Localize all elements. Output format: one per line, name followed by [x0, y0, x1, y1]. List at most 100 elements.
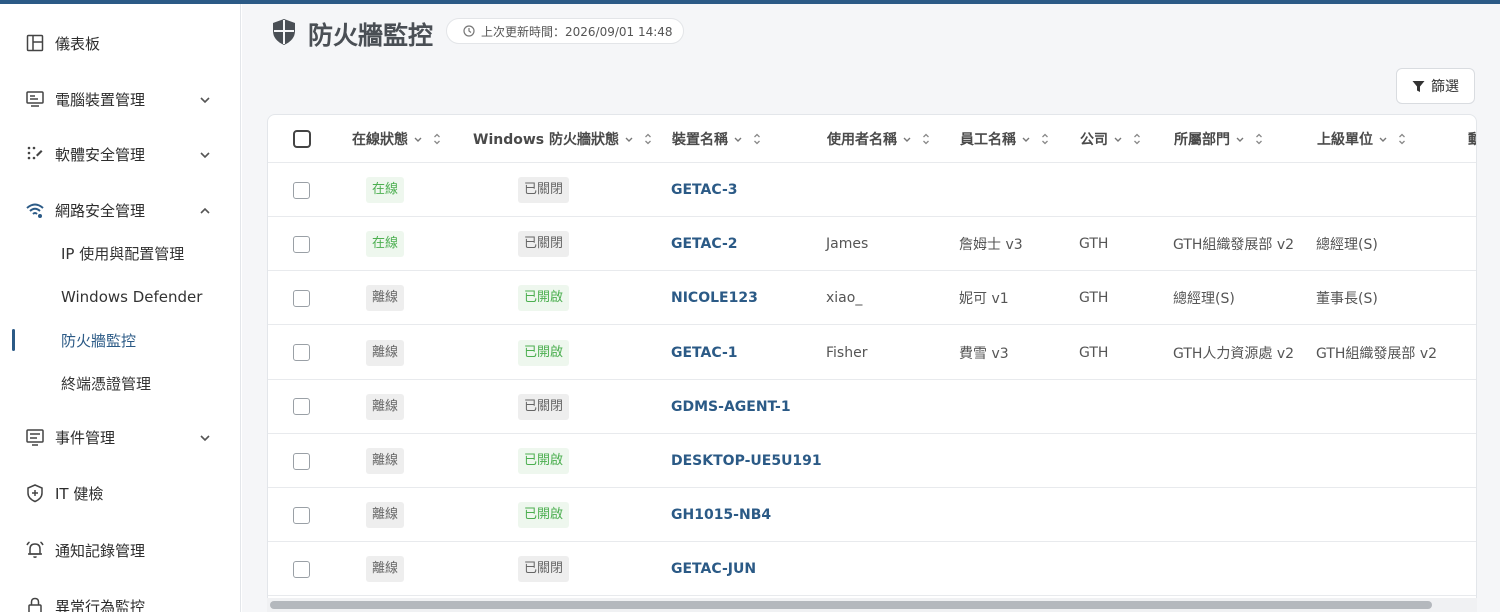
column-device-name-header[interactable]: 裝置名稱 [672, 115, 761, 163]
row-checkbox[interactable] [293, 560, 310, 578]
employee-name-cell: 妮可 v1 [959, 271, 1009, 325]
clock-icon [463, 25, 475, 37]
company-name: GTH [1079, 290, 1109, 307]
column-header-label: 員工名稱 [960, 132, 1016, 148]
column-header-label: Windows 防火牆狀態 [473, 132, 619, 148]
sidebar-item-it-checkup[interactable]: IT 健檢 [0, 473, 240, 513]
chevron-down-icon[interactable] [413, 134, 423, 144]
sort-icon[interactable] [922, 133, 930, 145]
sidebar-item-dashboard[interactable]: 儀表板 [0, 23, 240, 63]
sidebar-item-devices[interactable]: 電腦裝置管理 [0, 79, 240, 119]
row-checkbox[interactable] [293, 344, 310, 362]
column-user-name-header[interactable]: 使用者名稱 [827, 115, 930, 163]
online-status-badge-cell: 在線 [366, 163, 405, 217]
select-all-checkbox[interactable] [293, 129, 311, 148]
sidebar-item-anomaly-monitor[interactable]: 異常行為監控 [0, 586, 240, 612]
device-name-link[interactable]: GETAC-JUN [671, 561, 756, 577]
parent-unit-name-cell: 董事長(S) [1316, 271, 1378, 325]
online-status-badge-cell: 離線 [366, 380, 405, 434]
online-status-badge: 離線 [366, 502, 405, 529]
device-name-link[interactable]: GH1015-NB4 [671, 507, 771, 523]
chevron-down-icon[interactable] [1021, 134, 1031, 144]
sort-icon[interactable] [433, 133, 441, 145]
firewall-status-badge-cell: 已開啟 [518, 434, 570, 488]
column-parent-unit-header[interactable]: 上級單位 [1317, 115, 1406, 163]
sidebar-subitem-firewall-monitor[interactable]: 防火牆監控 [0, 322, 240, 358]
software-icon [24, 143, 46, 165]
user-name-cell: James [826, 217, 868, 271]
device-name-link[interactable]: NICOLE123 [671, 290, 758, 306]
chevron-down-icon[interactable] [1113, 134, 1123, 144]
row-checkbox[interactable] [293, 289, 310, 307]
chevron-up-icon [198, 203, 212, 217]
sort-icon[interactable] [1041, 133, 1049, 145]
employee-name-cell: 詹姆士 v3 [959, 217, 1023, 271]
firewall-status-badge: 已關閉 [518, 177, 570, 203]
column-online-status-header[interactable]: 在線狀態 [352, 115, 441, 163]
department-name: GTH組織發展部 v2 [1173, 237, 1295, 254]
row-checkbox[interactable] [293, 398, 310, 416]
sort-icon[interactable] [1133, 133, 1141, 145]
column-header-label: 上級單位 [1317, 132, 1373, 148]
sidebar-subitem-windows-defender[interactable]: Windows Defender [0, 279, 240, 315]
column-employee-name-header[interactable]: 員工名稱 [960, 115, 1049, 163]
company-name-cell: GTH [1079, 271, 1108, 325]
table-row: 離線 已開啟 NICOLE123 xiao_ 妮可 v1 GTH 總經理(S) 董事長(S) [268, 271, 1476, 326]
sidebar-item-network-security[interactable]: 網路安全管理 [0, 190, 240, 230]
firewall-status-badge-cell: 已開啟 [518, 488, 570, 542]
chevron-down-icon[interactable] [1235, 134, 1245, 144]
column-header-label: 在線狀態 [352, 132, 408, 148]
table-header-row: 在線狀態 Windows 防火牆狀態 裝置名稱 使用者名稱 員工名稱 公司 所屬部門 上級單位… [268, 115, 1476, 163]
last-updated-text: 上次更新時間：2026/09/01 14:48 [481, 24, 673, 39]
chevron-down-icon[interactable] [1378, 134, 1388, 144]
column-action-header[interactable]: 動 [1468, 115, 1476, 163]
chevron-down-icon[interactable] [733, 134, 743, 144]
device-name-link[interactable]: GETAC-2 [671, 236, 738, 252]
column-department-header[interactable]: 所屬部門 [1174, 115, 1263, 163]
table-row: 離線 已開啟 GH1015-NB4 [268, 488, 1476, 543]
sort-icon[interactable] [1398, 133, 1406, 145]
sort-icon[interactable] [1255, 133, 1263, 145]
column-firewall-status-header[interactable]: Windows 防火牆狀態 [473, 115, 652, 163]
horizontal-scrollbar[interactable] [267, 598, 1477, 612]
sidebar-subitem-ip-management[interactable]: IP 使用與配置管理 [0, 235, 240, 271]
chevron-down-icon [198, 92, 212, 106]
device-name-link[interactable]: GETAC-1 [671, 345, 738, 361]
lock-icon [24, 595, 46, 612]
employee-name: 妮可 v1 [959, 291, 1009, 308]
column-company-header[interactable]: 公司 [1080, 115, 1141, 163]
device-icon [24, 88, 46, 110]
column-header-label: 裝置名稱 [672, 132, 728, 148]
department-name: 總經理(S) [1173, 291, 1235, 308]
firewall-status-badge-cell: 已關閉 [518, 217, 570, 271]
online-status-badge: 在線 [366, 177, 405, 203]
sort-icon[interactable] [644, 133, 652, 145]
online-status-badge: 離線 [366, 339, 405, 366]
sidebar-item-software[interactable]: 軟體安全管理 [0, 134, 240, 174]
sidebar-item-notification-log[interactable]: 通知記錄管理 [0, 530, 240, 570]
device-name-link[interactable]: GETAC-3 [671, 182, 738, 198]
sort-icon[interactable] [753, 133, 761, 145]
filter-button[interactable]: 篩選 [1396, 68, 1475, 104]
parent-unit-name: 董事長(S) [1316, 291, 1378, 308]
sidebar-item-events[interactable]: 事件管理 [0, 417, 240, 457]
table-row: 離線 已開啟 GETAC-1 Fisher 費雪 v3 GTH GTH人力資源處 v2 GTH… [268, 326, 1476, 380]
chevron-down-icon[interactable] [624, 134, 634, 144]
user-name-cell: Fisher [826, 326, 867, 380]
row-checkbox[interactable] [293, 506, 310, 524]
device-name-link[interactable]: DESKTOP-UE5U191 [671, 453, 822, 469]
firewall-table: 在線狀態 Windows 防火牆狀態 裝置名稱 使用者名稱 員工名稱 公司 所屬部門 上級單位… [267, 114, 1477, 612]
row-checkbox[interactable] [293, 181, 310, 199]
device-name-link[interactable]: GDMS-AGENT-1 [671, 399, 791, 415]
sidebar-subitem-certificate-management[interactable]: 終端憑證管理 [0, 365, 240, 401]
shield-icon [271, 18, 297, 46]
row-checkbox[interactable] [293, 452, 310, 470]
online-status-badge: 離線 [366, 393, 405, 420]
chevron-down-icon[interactable] [902, 134, 912, 144]
row-checkbox[interactable] [293, 235, 310, 253]
scrollbar-thumb[interactable] [270, 601, 1432, 609]
bell-icon [24, 539, 46, 561]
department-name-cell: GTH人力資源處 v2 [1173, 326, 1294, 380]
parent-unit-name: GTH組織發展部 v2 [1316, 345, 1438, 362]
online-status-badge-cell: 離線 [366, 488, 405, 542]
